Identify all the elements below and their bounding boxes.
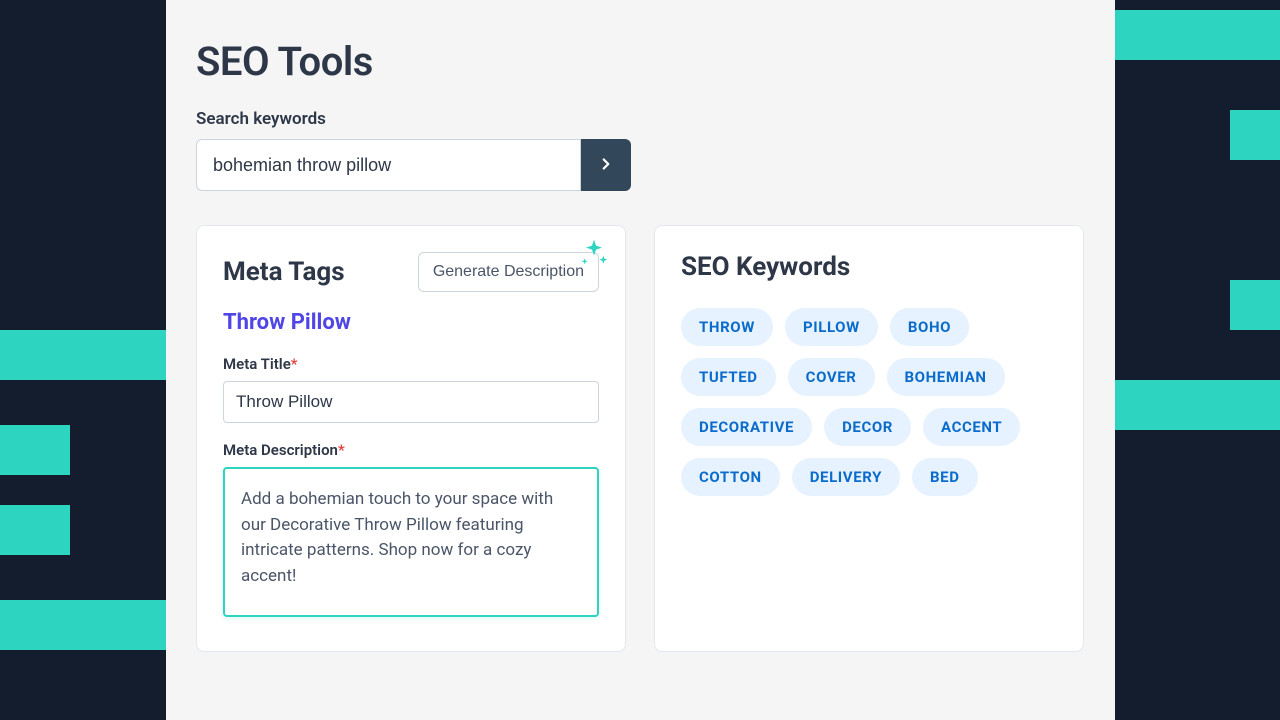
cards-row: Meta Tags Generate Description Throw Pil… bbox=[196, 225, 1085, 652]
keyword-chip[interactable]: BOHEMIAN bbox=[887, 358, 1005, 396]
search-label: Search keywords bbox=[196, 109, 1085, 129]
keyword-chip[interactable]: COVER bbox=[788, 358, 875, 396]
seo-keywords-card: SEO Keywords THROW PILLOW BOHO TUFTED COVER B… bbox=[654, 225, 1084, 652]
keyword-chip[interactable]: THROW bbox=[681, 308, 773, 346]
meta-title-input[interactable] bbox=[223, 381, 599, 423]
keyword-chip[interactable]: BOHO bbox=[890, 308, 969, 346]
product-name: Throw Pillow bbox=[223, 310, 599, 335]
seo-keywords-title: SEO Keywords bbox=[681, 252, 1057, 282]
keyword-chip[interactable]: ACCENT bbox=[923, 408, 1020, 446]
keyword-chip[interactable]: DECOR bbox=[824, 408, 911, 446]
search-input[interactable] bbox=[196, 139, 581, 191]
meta-title-label: Meta Title* bbox=[223, 355, 599, 373]
keyword-chip[interactable]: DELIVERY bbox=[792, 458, 900, 496]
sparkle-icon bbox=[578, 237, 610, 274]
app-panel: SEO Tools Search keywords Meta Tags Gene… bbox=[166, 0, 1115, 720]
meta-tags-title: Meta Tags bbox=[223, 257, 345, 287]
meta-description-label-text: Meta Description bbox=[223, 441, 338, 459]
meta-tags-header: Meta Tags Generate Description bbox=[223, 252, 599, 292]
keyword-chip[interactable]: COTTON bbox=[681, 458, 780, 496]
search-row bbox=[196, 139, 631, 191]
required-indicator: * bbox=[338, 441, 345, 459]
search-submit-button[interactable] bbox=[581, 139, 631, 191]
generate-description-button[interactable]: Generate Description bbox=[418, 252, 599, 292]
meta-title-label-text: Meta Title bbox=[223, 355, 291, 373]
keyword-chip[interactable]: PILLOW bbox=[785, 308, 878, 346]
keyword-chip[interactable]: TUFTED bbox=[681, 358, 776, 396]
keyword-chip-list: THROWPILLOWBOHOTUFTEDCOVERBOHEMIANDECORA… bbox=[681, 308, 1057, 496]
chevron-right-icon bbox=[597, 155, 615, 176]
keyword-chip[interactable]: DECORATIVE bbox=[681, 408, 812, 446]
meta-tags-card: Meta Tags Generate Description Throw Pil… bbox=[196, 225, 626, 652]
meta-description-textarea[interactable]: Add a bohemian touch to your space with … bbox=[223, 467, 599, 617]
page-title: SEO Tools bbox=[196, 38, 1085, 85]
required-indicator: * bbox=[291, 355, 298, 373]
meta-description-label: Meta Description* bbox=[223, 441, 599, 459]
bg-swoosh-right-inner bbox=[1230, 110, 1280, 330]
bg-swoosh-left-inner bbox=[0, 425, 70, 555]
generate-description-label: Generate Description bbox=[433, 263, 584, 280]
keyword-chip[interactable]: BED bbox=[912, 458, 978, 496]
